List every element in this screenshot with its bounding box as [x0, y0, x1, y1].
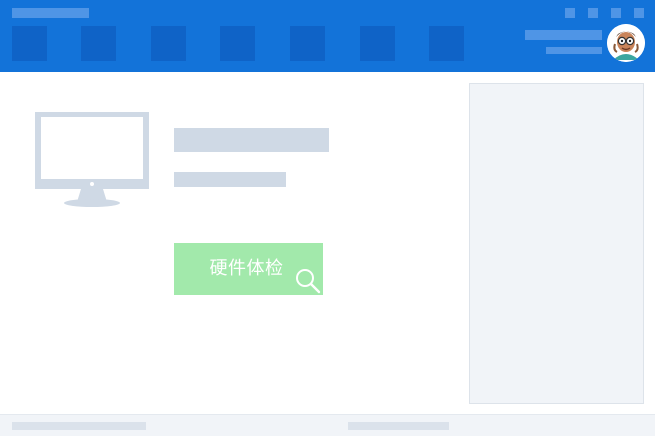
- nav-tab-4[interactable]: [220, 26, 255, 61]
- header-bar: [0, 0, 655, 72]
- menu-icon[interactable]: [565, 8, 575, 18]
- search-icon: [296, 269, 321, 294]
- hardware-check-button[interactable]: 硬件体检: [174, 243, 323, 295]
- monitor-icon: [35, 112, 149, 207]
- hardware-summary-placeholder: [174, 128, 329, 152]
- nav-tab-5[interactable]: [290, 26, 325, 61]
- hardware-detail-placeholder: [174, 172, 286, 187]
- status-text-right-placeholder: [348, 422, 449, 430]
- nav-tab-6[interactable]: [360, 26, 395, 61]
- username-placeholder: [525, 30, 602, 40]
- status-bar: [0, 414, 655, 436]
- close-icon[interactable]: [634, 8, 644, 18]
- app-window: 硬件体检: [0, 0, 655, 436]
- skin-icon[interactable]: [588, 8, 598, 18]
- avatar-illustration: [607, 24, 645, 62]
- status-text-left-placeholder: [12, 422, 146, 430]
- user-level-placeholder: [546, 47, 602, 54]
- side-panel: [469, 83, 644, 404]
- nav-tab-1[interactable]: [12, 26, 47, 61]
- app-title-placeholder: [12, 8, 89, 18]
- nav-tab-2[interactable]: [81, 26, 116, 61]
- nav-tab-3[interactable]: [151, 26, 186, 61]
- nav-tab-7[interactable]: [429, 26, 464, 61]
- minimize-icon[interactable]: [611, 8, 621, 18]
- hardware-check-label: 硬件体检: [209, 258, 284, 279]
- avatar-icon[interactable]: [607, 24, 645, 62]
